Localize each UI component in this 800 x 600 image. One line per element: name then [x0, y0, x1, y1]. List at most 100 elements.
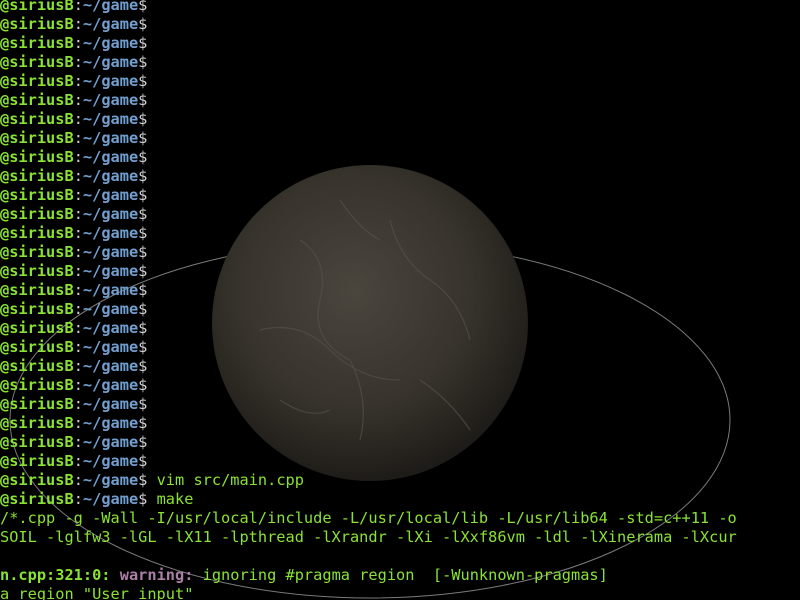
- prompt-host: @siriusB: [0, 490, 74, 508]
- terminal-line: @siriusB:~/game$: [0, 414, 800, 433]
- prompt-dollar: $: [138, 34, 148, 52]
- prompt-dollar: $: [138, 376, 148, 394]
- prompt-colon: :: [73, 53, 83, 71]
- prompt-path: ~/game: [82, 414, 139, 432]
- prompt-host: @siriusB: [0, 15, 74, 33]
- prompt-host: @siriusB: [0, 376, 74, 394]
- prompt-host: @siriusB: [0, 34, 74, 52]
- prompt-colon: :: [73, 72, 83, 90]
- prompt-path: ~/game: [82, 281, 139, 299]
- terminal-line: @siriusB:~/game$: [0, 129, 800, 148]
- prompt-dollar: $: [138, 186, 148, 204]
- terminal-line: @siriusB:~/game$: [0, 433, 800, 452]
- prompt-host: @siriusB: [0, 452, 74, 470]
- prompt-dollar: $: [138, 490, 148, 508]
- prompt-host: @siriusB: [0, 281, 74, 299]
- prompt-path: ~/game: [82, 205, 139, 223]
- prompt-colon: :: [73, 34, 83, 52]
- prompt-dollar: $: [138, 205, 148, 223]
- prompt-path: ~/game: [82, 0, 139, 14]
- prompt-colon: :: [73, 490, 83, 508]
- command-text: make: [147, 490, 194, 508]
- prompt-path: ~/game: [82, 72, 139, 90]
- prompt-colon: :: [73, 148, 83, 166]
- terminal-line: @siriusB:~/game$: [0, 72, 800, 91]
- prompt-colon: :: [73, 471, 83, 489]
- prompt-colon: :: [73, 186, 83, 204]
- build-output-text: /*.cpp -g -Wall -I/usr/local/include -L/…: [0, 509, 737, 527]
- prompt-dollar: $: [138, 0, 148, 14]
- warning-label: warning:: [119, 566, 194, 584]
- terminal-line: @siriusB:~/game$: [0, 243, 800, 262]
- prompt-host: @siriusB: [0, 72, 74, 90]
- prompt-colon: :: [73, 243, 83, 261]
- prompt-path: ~/game: [82, 34, 139, 52]
- build-output-text: SOIL -lglfw3 -lGL -lX11 -lpthread -lXran…: [0, 528, 737, 546]
- prompt-dollar: $: [138, 148, 148, 166]
- prompt-colon: :: [73, 395, 83, 413]
- terminal-output: @siriusB:~/game$ @siriusB:~/game$ @siriusB…: [0, 0, 800, 600]
- prompt-colon: :: [73, 262, 83, 280]
- prompt-colon: :: [73, 15, 83, 33]
- prompt-host: @siriusB: [0, 167, 74, 185]
- prompt-dollar: $: [138, 433, 148, 451]
- terminal-line: @siriusB:~/game$: [0, 281, 800, 300]
- prompt-colon: :: [73, 357, 83, 375]
- build-output-line: [0, 547, 800, 566]
- prompt-colon: :: [73, 338, 83, 356]
- prompt-host: @siriusB: [0, 53, 74, 71]
- command-text: vim src/main.cpp: [147, 471, 304, 489]
- terminal-line: @siriusB:~/game$: [0, 452, 800, 471]
- prompt-colon: :: [73, 0, 83, 14]
- prompt-colon: :: [73, 452, 83, 470]
- prompt-path: ~/game: [82, 395, 139, 413]
- prompt-host: @siriusB: [0, 205, 74, 223]
- prompt-dollar: $: [138, 167, 148, 185]
- prompt-path: ~/game: [82, 262, 139, 280]
- game-window: @siriusB:~/game$ @siriusB:~/game$ @siriusB…: [0, 0, 800, 600]
- prompt-colon: :: [73, 281, 83, 299]
- prompt-colon: :: [73, 319, 83, 337]
- terminal-line: @siriusB:~/game$: [0, 53, 800, 72]
- warning-line: n.cpp:321:0: warning: ignoring #pragma r…: [0, 566, 800, 585]
- prompt-host: @siriusB: [0, 0, 74, 14]
- prompt-dollar: $: [138, 452, 148, 470]
- prompt-host: @siriusB: [0, 148, 74, 166]
- prompt-host: @siriusB: [0, 129, 74, 147]
- terminal-line: @siriusB:~/game$: [0, 0, 800, 15]
- prompt-path: ~/game: [82, 433, 139, 451]
- prompt-host: @siriusB: [0, 357, 74, 375]
- prompt-dollar: $: [138, 319, 148, 337]
- prompt-colon: :: [73, 91, 83, 109]
- prompt-colon: :: [73, 433, 83, 451]
- prompt-dollar: $: [138, 243, 148, 261]
- terminal-line: @siriusB:~/game$: [0, 224, 800, 243]
- prompt-colon: :: [73, 376, 83, 394]
- prompt-path: ~/game: [82, 471, 139, 489]
- terminal-line-partial: a region "User input": [0, 585, 800, 600]
- prompt-colon: :: [73, 224, 83, 242]
- terminal-line: @siriusB:~/game$: [0, 15, 800, 34]
- prompt-colon: :: [73, 110, 83, 128]
- terminal-line: @siriusB:~/game$: [0, 91, 800, 110]
- terminal-line: @siriusB:~/game$: [0, 376, 800, 395]
- prompt-host: @siriusB: [0, 300, 74, 318]
- build-output-line: /*.cpp -g -Wall -I/usr/local/include -L/…: [0, 509, 800, 528]
- terminal-line: @siriusB:~/game$: [0, 319, 800, 338]
- partial-output-text: a region "User input": [0, 585, 194, 600]
- prompt-host: @siriusB: [0, 110, 74, 128]
- prompt-path: ~/game: [82, 490, 139, 508]
- prompt-colon: :: [73, 300, 83, 318]
- prompt-colon: :: [73, 129, 83, 147]
- prompt-dollar: $: [138, 91, 148, 109]
- prompt-path: ~/game: [82, 148, 139, 166]
- prompt-host: @siriusB: [0, 319, 74, 337]
- prompt-dollar: $: [138, 129, 148, 147]
- prompt-path: ~/game: [82, 376, 139, 394]
- prompt-host: @siriusB: [0, 262, 74, 280]
- terminal-line: @siriusB:~/game$: [0, 110, 800, 129]
- prompt-path: ~/game: [82, 186, 139, 204]
- terminal-line: @siriusB:~/game$: [0, 34, 800, 53]
- terminal-line: @siriusB:~/game$: [0, 357, 800, 376]
- prompt-host: @siriusB: [0, 414, 74, 432]
